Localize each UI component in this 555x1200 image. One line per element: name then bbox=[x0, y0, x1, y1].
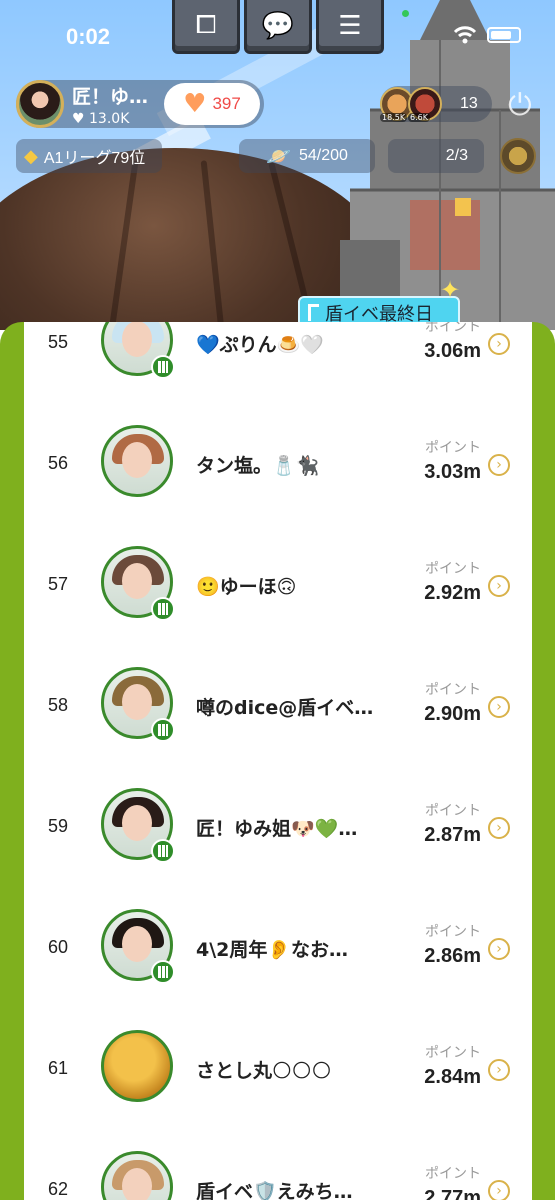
streamer-likes-value: 13.0K bbox=[89, 110, 130, 127]
point-label: ポイント bbox=[425, 803, 481, 819]
ranking-row[interactable]: 61 さとし丸🌕🌕🌕 ポイント 2.84m › bbox=[24, 1007, 532, 1128]
chevron-right-icon[interactable]: › bbox=[488, 1059, 510, 1081]
top-viewer-score: 6.6K bbox=[408, 113, 430, 122]
rank-number: 56 bbox=[47, 453, 69, 473]
wifi-icon bbox=[453, 26, 477, 44]
live-stream-icon bbox=[151, 718, 175, 742]
rank-number: 61 bbox=[47, 1058, 69, 1078]
league-rank-pill[interactable]: ◆ A1リーグ79位 bbox=[16, 139, 162, 173]
user-name: 💙ぷりん🍮🤍 bbox=[196, 334, 324, 356]
top-viewer-score: 18.5K bbox=[380, 113, 408, 122]
user-name: さとし丸🌕🌕🌕 bbox=[196, 1060, 332, 1082]
top-viewer-avatar[interactable]: 6.6K bbox=[408, 87, 442, 122]
heart-icon: ♥ bbox=[183, 89, 207, 119]
ranking-row[interactable]: 57 🙂ゆーほ🙃 ポイント 2.92m › bbox=[24, 523, 532, 644]
point-value: 2.77m bbox=[424, 1187, 481, 1200]
live-stream-icon bbox=[151, 597, 175, 621]
point-label: ポイント bbox=[425, 682, 481, 698]
streamer-likes: ♥ 13.0K bbox=[72, 111, 148, 127]
streamer-avatar[interactable] bbox=[16, 80, 64, 128]
viewers-pill[interactable]: 18.5K 6.6K 13 bbox=[380, 86, 492, 122]
point-value: 3.03m bbox=[424, 461, 481, 483]
rank-number: 57 bbox=[47, 574, 69, 594]
league-rank: A1リーグ79位 bbox=[43, 150, 146, 167]
user-name: 4\2周年👂なお… bbox=[196, 939, 349, 961]
planet-progress: 54/200 bbox=[298, 147, 348, 164]
avatar-face bbox=[122, 1168, 152, 1200]
chevron-right-icon[interactable]: › bbox=[488, 696, 510, 718]
user-name: 匠！ゆみ姐🐶💚… bbox=[196, 818, 358, 840]
user-avatar[interactable] bbox=[101, 1151, 173, 1200]
live-stream-icon bbox=[151, 960, 175, 984]
ranking-row[interactable]: 58 噂のdice@盾イベ… ポイント 2.90m › bbox=[24, 644, 532, 765]
ranking-row[interactable]: 62 盾イベ🛡️えみち… ポイント 2.77m › bbox=[24, 1128, 532, 1200]
point-value: 2.92m bbox=[424, 582, 481, 604]
chevron-right-icon[interactable]: › bbox=[488, 333, 510, 355]
ranking-row[interactable]: 60 4\2周年👂なお… ポイント 2.86m › bbox=[24, 886, 532, 1007]
status-time: 0:02 bbox=[66, 24, 111, 49]
viewer-count: 13 bbox=[460, 95, 478, 112]
chevron-right-icon[interactable]: › bbox=[488, 817, 510, 839]
ranking-row[interactable]: 56 タン塩。🧂🐈‍⬛ ポイント 3.03m › bbox=[24, 402, 532, 523]
heart-outline-icon: ♥ bbox=[72, 110, 85, 127]
point-label: ポイント bbox=[425, 561, 481, 577]
power-icon[interactable]: ⏻ bbox=[508, 88, 542, 123]
point-label: ポイント bbox=[425, 1166, 481, 1182]
point-value: 2.84m bbox=[424, 1066, 481, 1088]
toolbar: ⧠ 💬 ☰ bbox=[172, 0, 384, 54]
heart-count-button[interactable]: ♥ 397 bbox=[164, 83, 260, 125]
live-stream-icon bbox=[151, 839, 175, 863]
point-label: ポイント bbox=[425, 440, 481, 456]
avatar-face bbox=[122, 926, 152, 962]
recording-indicator bbox=[402, 10, 409, 17]
point-value: 2.86m bbox=[424, 945, 481, 967]
point-label: ポイント bbox=[425, 924, 481, 940]
quest-progress-pill[interactable]: 2/3 bbox=[388, 139, 484, 173]
avatar-face bbox=[122, 805, 152, 841]
rank-number: 58 bbox=[47, 695, 69, 715]
avatar-face bbox=[122, 322, 152, 357]
ranking-row[interactable]: 59 匠！ゆみ姐🐶💚… ポイント 2.87m › bbox=[24, 765, 532, 886]
streamer-name: 匠！ゆ… bbox=[72, 85, 149, 108]
user-name: 噂のdice@盾イベ… bbox=[196, 697, 374, 719]
user-avatar[interactable] bbox=[101, 425, 173, 497]
diamond-icon: ◆ bbox=[24, 145, 38, 166]
rank-number: 55 bbox=[47, 332, 69, 352]
chevron-right-icon[interactable]: › bbox=[488, 454, 510, 476]
point-value: 3.06m bbox=[424, 340, 481, 362]
point-value: 2.87m bbox=[424, 824, 481, 846]
chevron-right-icon[interactable]: › bbox=[488, 575, 510, 597]
chevron-right-icon[interactable]: › bbox=[488, 1180, 510, 1200]
rank-number: 60 bbox=[47, 937, 69, 957]
menu-icon[interactable]: ☰ bbox=[316, 0, 384, 54]
status-icons bbox=[453, 26, 521, 44]
chat-icon[interactable]: 💬 bbox=[244, 0, 312, 54]
point-value: 2.90m bbox=[424, 703, 481, 725]
point-label: ポイント bbox=[425, 322, 481, 335]
planet-icon: 🪐 bbox=[266, 145, 291, 168]
rank-number: 59 bbox=[47, 816, 69, 836]
rank-number: 62 bbox=[47, 1179, 69, 1199]
puzzle-icon[interactable]: ⧠ bbox=[172, 0, 240, 54]
battery-icon bbox=[487, 27, 521, 43]
live-stream-icon bbox=[151, 355, 175, 379]
quest-badge-icon[interactable] bbox=[500, 138, 536, 174]
user-name: 盾イベ🛡️えみち… bbox=[196, 1181, 353, 1200]
point-label: ポイント bbox=[425, 1045, 481, 1061]
avatar-face bbox=[122, 684, 152, 720]
ranking-row[interactable]: 55 💙ぷりん🍮🤍 ポイント 3.06m › bbox=[24, 322, 532, 402]
user-name: タン塩。🧂🐈‍⬛ bbox=[196, 455, 320, 477]
user-name: 🙂ゆーほ🙃 bbox=[196, 576, 297, 598]
quest-progress: 2/3 bbox=[445, 147, 468, 164]
sparkle-icon: ✦ bbox=[440, 276, 461, 304]
avatar-face bbox=[122, 563, 152, 599]
heart-count: 397 bbox=[212, 94, 241, 113]
ranking-list[interactable]: 55 💙ぷりん🍮🤍 ポイント 3.06m › 56 タン塩。🧂🐈‍⬛ ポイント 3.03m › 57… bbox=[24, 322, 532, 1200]
chevron-right-icon[interactable]: › bbox=[488, 938, 510, 960]
avatar-face bbox=[122, 442, 152, 478]
planet-progress-pill[interactable]: 🪐 54/200 bbox=[239, 139, 375, 173]
user-avatar[interactable] bbox=[101, 1030, 173, 1102]
